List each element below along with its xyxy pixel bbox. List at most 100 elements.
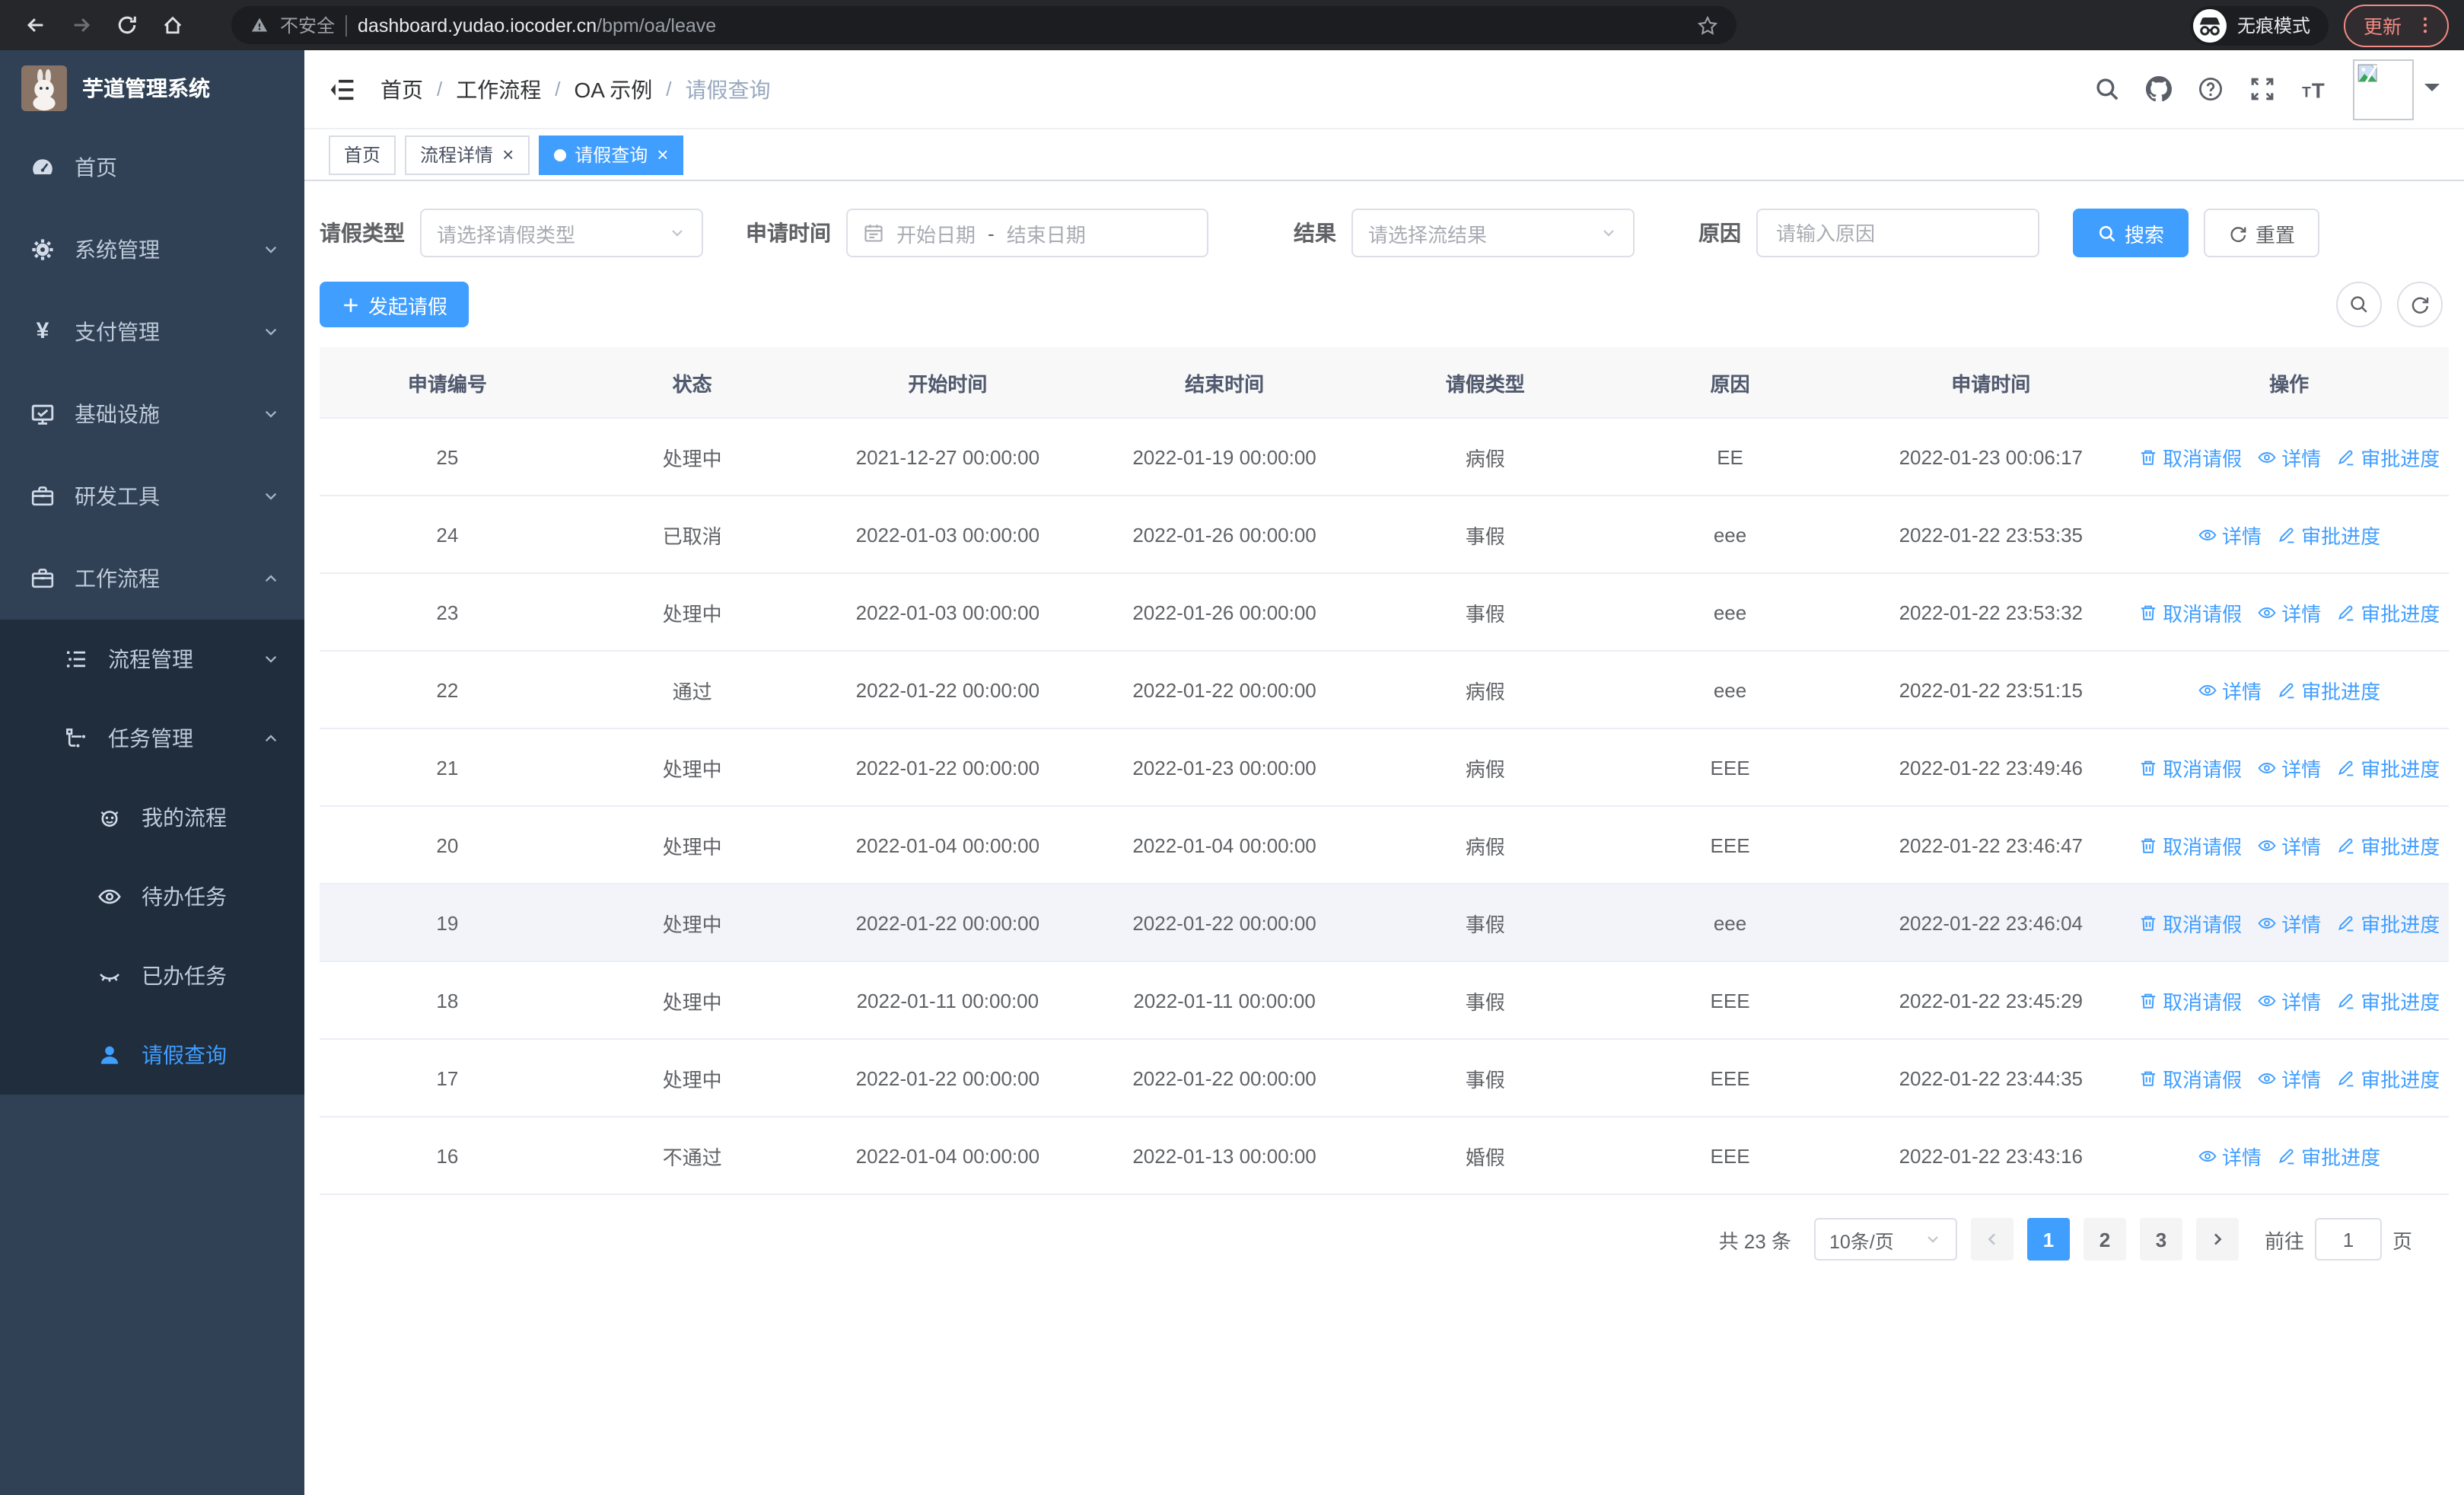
- prev-page-button[interactable]: [1970, 1218, 2014, 1261]
- table-cell: 2022-01-23 00:00:00: [1086, 728, 1363, 807]
- breadcrumb-item[interactable]: 首页: [380, 74, 423, 104]
- sidebar-collapse-icon[interactable]: [329, 75, 356, 103]
- page-size-select[interactable]: 10条/页: [1813, 1218, 1957, 1261]
- table-cell: 2022-01-26 00:00:00: [1086, 573, 1363, 652]
- progress-action-link[interactable]: 审批进度: [2336, 830, 2440, 859]
- create-leave-button[interactable]: 发起请假: [320, 282, 470, 327]
- column-header: 结束时间: [1086, 347, 1363, 419]
- table-cell: 病假: [1362, 651, 1608, 729]
- sidebar-item-my-process[interactable]: 我的流程: [0, 778, 304, 857]
- browser-update-button[interactable]: 更新: [2343, 4, 2449, 46]
- detail-action-link[interactable]: 详情: [2198, 675, 2262, 704]
- security-label[interactable]: 不安全: [280, 12, 335, 38]
- browser-home-icon[interactable]: [152, 5, 192, 45]
- pen-icon: [2336, 835, 2356, 855]
- detail-action-link[interactable]: 详情: [2257, 753, 2321, 782]
- sidebar-item-todo-task[interactable]: 待办任务: [0, 857, 304, 936]
- fullscreen-icon[interactable]: [2249, 76, 2275, 102]
- breadcrumb-item[interactable]: OA 示例: [575, 74, 653, 104]
- progress-action-link[interactable]: 审批进度: [2336, 986, 2440, 1015]
- tab-process-detail[interactable]: 流程详情 ×: [405, 135, 530, 174]
- sidebar-item-leave-query[interactable]: 请假查询: [0, 1015, 304, 1095]
- user-avatar-menu[interactable]: [2353, 59, 2440, 120]
- progress-action-link[interactable]: 审批进度: [2336, 753, 2440, 782]
- browser-reload-icon[interactable]: [107, 5, 146, 45]
- github-icon[interactable]: [2146, 76, 2172, 102]
- cancel-action-link[interactable]: 取消请假: [2138, 986, 2242, 1015]
- breadcrumb-item[interactable]: 工作流程: [456, 74, 541, 104]
- progress-action-link[interactable]: 审批进度: [2277, 1141, 2380, 1170]
- app-title: 芋道管理系统: [82, 76, 210, 100]
- sidebar-item-system[interactable]: 系统管理: [0, 209, 304, 291]
- progress-action-link[interactable]: 审批进度: [2277, 675, 2380, 704]
- sidebar-item-infra[interactable]: 基础设施: [0, 373, 304, 455]
- detail-action-link[interactable]: 详情: [2257, 986, 2321, 1015]
- total-count: 共 23 条: [1718, 1229, 1791, 1252]
- sidebar-item-label: 系统管理: [75, 237, 160, 262]
- table-row: 17 处理中 2022-01-22 00:00:00 2022-01-22 00:00…: [320, 1039, 2449, 1117]
- goto-page-input[interactable]: [2314, 1218, 2382, 1261]
- cancel-action-link[interactable]: 取消请假: [2138, 598, 2242, 626]
- sidebar-item-workflow[interactable]: 工作流程: [0, 537, 304, 620]
- sidebar-item-home[interactable]: 首页: [0, 126, 304, 209]
- sidebar-item-task-mgmt[interactable]: 任务管理: [0, 699, 304, 778]
- detail-action-link[interactable]: 详情: [2198, 1141, 2262, 1170]
- browser-back-icon[interactable]: [15, 5, 55, 45]
- reset-button[interactable]: 重置: [2204, 209, 2320, 257]
- tab-leave-query[interactable]: 请假查询 ×: [538, 135, 684, 174]
- page-button-1[interactable]: 1: [2026, 1218, 2070, 1261]
- progress-action-link[interactable]: 审批进度: [2336, 598, 2440, 626]
- refresh-table-button[interactable]: [2397, 282, 2443, 327]
- pen-icon: [2277, 1146, 2297, 1165]
- next-page-button[interactable]: [2195, 1218, 2239, 1261]
- search-icon[interactable]: [2094, 76, 2120, 102]
- detail-action-link[interactable]: 详情: [2257, 830, 2321, 859]
- table-cell: 2022-01-11 00:00:00: [809, 961, 1087, 1040]
- progress-action-link[interactable]: 审批进度: [2336, 908, 2440, 937]
- search-button[interactable]: 搜索: [2073, 209, 2189, 257]
- sidebar-item-devtools[interactable]: 研发工具: [0, 455, 304, 537]
- sidebar-item-process-mgmt[interactable]: 流程管理: [0, 620, 304, 699]
- table-cell: 病假: [1362, 418, 1608, 496]
- tab-home[interactable]: 首页: [329, 135, 396, 174]
- cancel-action-link[interactable]: 取消请假: [2138, 753, 2242, 782]
- detail-action-link[interactable]: 详情: [2198, 520, 2262, 549]
- progress-action-link[interactable]: 审批进度: [2336, 1063, 2440, 1092]
- reason-input[interactable]: [1773, 220, 2023, 246]
- page-button-3[interactable]: 3: [2139, 1218, 2182, 1261]
- toggle-search-button[interactable]: [2336, 282, 2382, 327]
- browser-forward-icon[interactable]: [61, 5, 100, 45]
- divider: [345, 14, 348, 36]
- detail-action-link[interactable]: 详情: [2257, 598, 2321, 626]
- chevron-down-icon: [668, 224, 686, 242]
- close-icon[interactable]: ×: [502, 145, 514, 164]
- progress-action-link[interactable]: 审批进度: [2336, 442, 2440, 471]
- detail-action-link[interactable]: 详情: [2257, 442, 2321, 471]
- apply-time-range-picker[interactable]: 开始日期 - 结束日期: [846, 209, 1208, 257]
- app-logo[interactable]: 芋道管理系统: [0, 50, 304, 126]
- detail-action-link[interactable]: 详情: [2257, 1063, 2321, 1092]
- table-cell: 21: [320, 728, 575, 807]
- url-text[interactable]: dashboard.yudao.iocoder.cn/bpm/oa/leave: [358, 14, 716, 36]
- sidebar-item-done-task[interactable]: 已办任务: [0, 936, 304, 1015]
- cancel-action-link[interactable]: 取消请假: [2138, 1063, 2242, 1092]
- sidebar-item-payment[interactable]: ¥ 支付管理: [0, 291, 304, 373]
- progress-action-link[interactable]: 审批进度: [2277, 520, 2380, 549]
- help-icon[interactable]: [2198, 76, 2224, 102]
- leave-type-select[interactable]: 请选择请假类型: [420, 209, 703, 257]
- cancel-action-link[interactable]: 取消请假: [2138, 442, 2242, 471]
- table-cell: EE: [1607, 418, 1853, 496]
- url-bar[interactable]: 不安全 dashboard.yudao.iocoder.cn/bpm/oa/le…: [231, 6, 1737, 44]
- cancel-action-link[interactable]: 取消请假: [2138, 908, 2242, 937]
- table-header-row: 申请编号 状态 开始时间 结束时间 请假类型 原因 申请时间 操作: [320, 347, 2449, 419]
- result-select[interactable]: 请选择流结果: [1351, 209, 1635, 257]
- table-cell: 2022-01-22 00:00:00: [809, 651, 1087, 729]
- refresh-icon: [2230, 226, 2246, 242]
- bookmark-star-icon[interactable]: [1697, 14, 1718, 36]
- page-button-2[interactable]: 2: [2083, 1218, 2126, 1261]
- cancel-action-link[interactable]: 取消请假: [2138, 830, 2242, 859]
- row-actions: 取消请假 详情 审批进度: [2129, 806, 2449, 885]
- detail-action-link[interactable]: 详情: [2257, 908, 2321, 937]
- close-icon[interactable]: ×: [657, 145, 668, 164]
- font-size-icon[interactable]: TT: [2301, 76, 2327, 102]
